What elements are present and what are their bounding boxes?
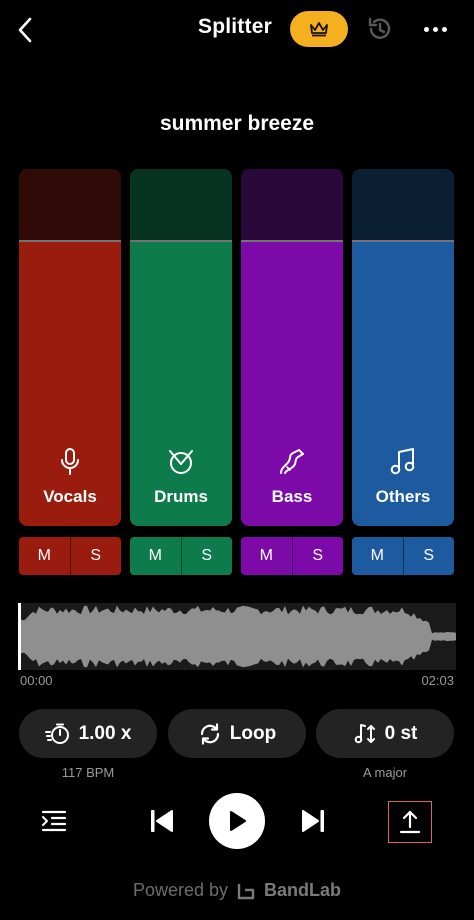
- export-icon: [399, 810, 421, 834]
- stem-volume-headroom: [241, 169, 343, 240]
- stem-others[interactable]: Others: [352, 169, 454, 526]
- chevron-left-icon: [18, 17, 32, 43]
- solo-button[interactable]: S: [180, 537, 232, 575]
- back-button[interactable]: [10, 12, 40, 48]
- stem-volume-headroom: [130, 169, 232, 240]
- more-dot: [432, 26, 438, 32]
- stem-volume-fill: [241, 242, 343, 526]
- stem-volume-fill: [19, 242, 121, 526]
- guitar-icon: [280, 449, 304, 474]
- powered-by-footer: Powered by BandLab: [0, 880, 474, 901]
- stem-volume-fill: [352, 242, 454, 526]
- bandlab-brand: BandLab: [264, 880, 342, 900]
- stem-vocals[interactable]: Vocals: [19, 169, 121, 526]
- music-note-icon: [390, 448, 415, 475]
- time-total: 02:03: [421, 673, 454, 688]
- crown-icon: [310, 22, 328, 37]
- track-list-icon: [41, 810, 67, 832]
- play-button[interactable]: [209, 793, 265, 849]
- loop-button[interactable]: Loop: [168, 709, 306, 758]
- drum-icon: [169, 450, 193, 474]
- skip-next-icon: [302, 810, 324, 832]
- more-dots-icon: [423, 26, 429, 32]
- previous-button[interactable]: [144, 804, 180, 838]
- solo-button[interactable]: S: [402, 537, 454, 575]
- pitch-value: 0 st: [384, 722, 418, 744]
- powered-by-label: Powered by: [132, 880, 229, 900]
- mute-solo-vocals: M S: [19, 537, 121, 575]
- stem-label: Others: [375, 487, 431, 506]
- stem-label: Bass: [271, 487, 313, 506]
- tempo-icon: [44, 723, 69, 744]
- playhead[interactable]: [18, 603, 21, 670]
- skip-previous-icon: [151, 810, 173, 832]
- history-button[interactable]: [365, 14, 395, 44]
- mute-button[interactable]: M: [130, 537, 181, 575]
- mute-button[interactable]: M: [352, 537, 403, 575]
- waveform-scrubber[interactable]: [18, 603, 456, 670]
- solo-button[interactable]: S: [291, 537, 343, 575]
- key-label: A major: [362, 765, 408, 780]
- mute-solo-bass: M S: [241, 537, 343, 575]
- more-dot: [441, 26, 447, 32]
- mute-solo-drums: M S: [130, 537, 232, 575]
- stem-label: Vocals: [43, 487, 97, 506]
- solo-button[interactable]: S: [69, 537, 121, 575]
- header: Splitter: [0, 0, 474, 60]
- track-list-button[interactable]: [38, 805, 70, 837]
- loop-label: Loop: [229, 722, 277, 744]
- song-title: summer breeze: [159, 112, 315, 135]
- stem-drums[interactable]: Drums: [130, 169, 232, 526]
- stem-volume-headroom: [19, 169, 121, 240]
- stem-volume-fill: [130, 242, 232, 526]
- more-button[interactable]: [418, 14, 452, 44]
- stem-volume-headroom: [352, 169, 454, 240]
- bandlab-logo-icon: [237, 883, 255, 899]
- pitch-icon: [354, 723, 375, 743]
- export-button[interactable]: [388, 801, 432, 843]
- mute-button[interactable]: M: [19, 537, 70, 575]
- speed-button[interactable]: 1.00 x: [19, 709, 157, 758]
- stem-bass[interactable]: Bass: [241, 169, 343, 526]
- time-elapsed: 00:00: [20, 673, 53, 688]
- premium-button[interactable]: [290, 11, 348, 47]
- app-title: Splitter: [198, 15, 272, 38]
- loop-icon: [200, 722, 219, 745]
- history-icon: [368, 17, 391, 39]
- bpm-label: 117 BPM: [61, 765, 115, 780]
- mute-solo-others: M S: [352, 537, 454, 575]
- microphone-icon: [61, 448, 79, 475]
- next-button[interactable]: [295, 804, 331, 838]
- pitch-button[interactable]: 0 st: [316, 709, 454, 758]
- waveform: [18, 605, 456, 668]
- speed-value: 1.00 x: [78, 722, 132, 744]
- play-icon: [230, 811, 246, 831]
- mute-button[interactable]: M: [241, 537, 292, 575]
- stem-label: Drums: [154, 487, 208, 506]
